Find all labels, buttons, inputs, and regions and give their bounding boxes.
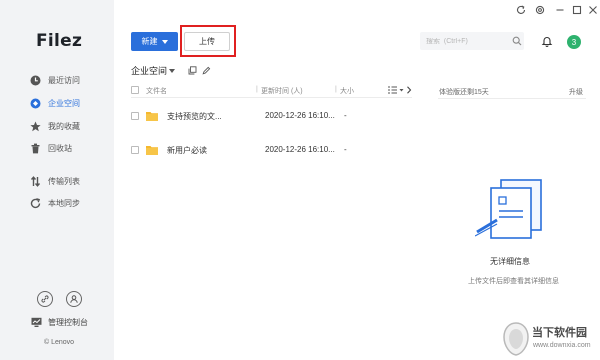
new-button[interactable]: 新建 (131, 32, 178, 51)
user-icon (70, 295, 78, 303)
column-divider: | (256, 86, 258, 93)
file-name[interactable]: 新用户必读 (167, 145, 207, 156)
chevron-right-icon[interactable] (406, 86, 412, 96)
select-all-checkbox[interactable] (131, 86, 139, 94)
file-modified: 2020-12-26 16:10... (265, 145, 335, 154)
watermark-text: 当下软件园 (532, 327, 587, 339)
table-row[interactable]: 支持预览的文... 2020-12-26 16:10... - (131, 109, 412, 125)
empty-title: 无详细信息 (490, 257, 530, 266)
close-icon (589, 6, 597, 14)
sidebar-item-label: 传输列表 (48, 176, 80, 186)
star-icon (30, 121, 41, 132)
app-logo: Filez (36, 31, 83, 51)
sidebar-item-label: 回收站 (48, 143, 72, 153)
folder-icon (146, 111, 158, 121)
maximize-icon (572, 5, 582, 15)
user-button[interactable] (66, 291, 82, 307)
copy-icon[interactable] (188, 66, 197, 75)
settings-button[interactable] (534, 4, 546, 16)
sidebar-item-label: 企业空间 (48, 98, 80, 108)
sidebar-item-label: 我的收藏 (48, 121, 80, 131)
maximize-button[interactable] (571, 4, 583, 16)
refresh-icon (517, 5, 526, 14)
file-modified: 2020-12-26 16:10... (265, 111, 335, 120)
monitor-icon (31, 317, 42, 328)
copyright: © Lenovo (44, 339, 75, 346)
file-name[interactable]: 支持预览的文... (167, 111, 222, 122)
sidebar-item-transfer-list[interactable]: 传输列表 (30, 173, 80, 189)
avatar[interactable]: 3 (567, 35, 581, 49)
folder-icon (146, 145, 158, 155)
row-checkbox[interactable] (131, 112, 139, 120)
table-header: 文件名 | 更新时间 (人) | 大小 (131, 83, 412, 98)
trash-icon (30, 143, 41, 154)
upgrade-link[interactable]: 升级 (569, 87, 583, 97)
watermark-url: www.downxia.com (533, 342, 591, 349)
column-divider: | (335, 86, 337, 93)
breadcrumb-label[interactable]: 企业空间 (131, 64, 167, 77)
sidebar-item-recent[interactable]: 最近访问 (30, 72, 80, 88)
gear-icon (535, 5, 545, 15)
admin-console-label: 管理控制台 (48, 318, 88, 327)
sidebar-item-label: 最近访问 (48, 75, 80, 85)
watermark: 当下软件园 www.downxia.com (497, 318, 600, 360)
link-button[interactable] (37, 291, 53, 307)
sidebar-item-favorites[interactable]: 我的收藏 (30, 118, 80, 134)
new-button-label: 新建 (141, 37, 158, 46)
refresh-button[interactable] (515, 4, 527, 16)
sync-icon (30, 197, 41, 209)
divider (438, 98, 586, 99)
chevron-down-icon[interactable] (169, 68, 176, 73)
column-header-name[interactable]: 文件名 (146, 86, 167, 96)
sidebar-item-recycle-bin[interactable]: 回收站 (30, 140, 72, 156)
link-icon (41, 295, 49, 303)
minimize-button[interactable] (554, 4, 566, 16)
search-icon[interactable] (512, 36, 522, 46)
watermark-logo-icon (503, 322, 529, 356)
edit-icon[interactable] (202, 66, 211, 75)
breadcrumb: 企业空间 (131, 64, 176, 77)
row-checkbox[interactable] (131, 146, 139, 154)
transfer-icon (30, 175, 41, 187)
clock-icon (30, 75, 41, 86)
search-box[interactable] (420, 32, 524, 50)
empty-description: 上传文件后即查看其详细信息 (468, 278, 559, 285)
sidebar: Filez 最近访问 企业空间 我的收藏 回收站 传输列表 本地同步 管理控制台… (0, 0, 114, 360)
file-size: - (344, 111, 347, 120)
table-row[interactable]: 新用户必读 2020-12-26 16:10... - (131, 143, 412, 159)
sidebar-item-local-sync[interactable]: 本地同步 (30, 195, 80, 211)
column-header-modified[interactable]: 更新时间 (人) (261, 86, 303, 96)
chevron-down-icon (161, 39, 168, 44)
file-size: - (344, 145, 347, 154)
upload-button[interactable]: 上传 (184, 32, 230, 51)
list-view-icon[interactable] (388, 86, 404, 96)
close-button[interactable] (587, 4, 599, 16)
main-panel: 新建 上传 3 企业空间 文件名 | 更新时间 (人) | 大小 (114, 0, 600, 360)
enterprise-space-icon (30, 98, 41, 109)
column-header-size[interactable]: 大小 (340, 86, 354, 96)
minimize-icon (556, 9, 564, 11)
bell-icon[interactable] (541, 35, 553, 47)
search-input[interactable] (426, 37, 510, 45)
trial-notice: 体验版还剩15天 (439, 89, 489, 96)
sidebar-item-label: 本地同步 (48, 198, 80, 208)
empty-document-illustration (474, 178, 551, 240)
sidebar-item-enterprise-space[interactable]: 企业空间 (30, 95, 80, 111)
admin-console-link[interactable]: 管理控制台 (31, 317, 88, 328)
